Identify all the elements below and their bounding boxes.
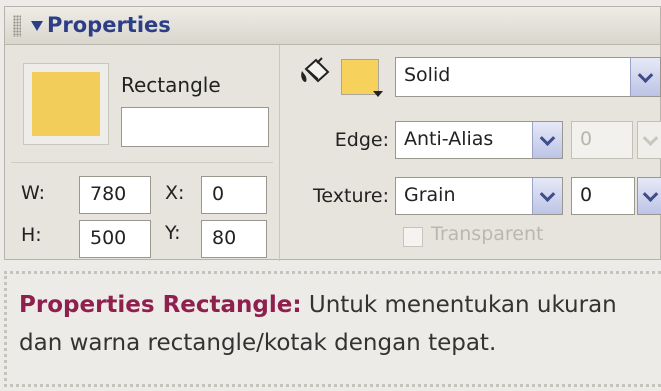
edge-value: Anti-Alias	[404, 128, 494, 150]
chevron-down-icon[interactable]	[638, 178, 661, 214]
y-label: Y:	[165, 222, 181, 244]
edge-label: Edge:	[334, 129, 389, 151]
fill-section: Solid Edge: Anti-Alias 0 Texture: Grain …	[281, 45, 661, 261]
edge-select[interactable]: Anti-Alias	[395, 121, 563, 159]
fill-color-swatch[interactable]	[341, 59, 379, 95]
fill-type-select[interactable]: Solid	[395, 57, 661, 97]
y-input[interactable]: 80	[201, 220, 267, 258]
texture-amount-value: 0	[580, 184, 593, 206]
grip-icon[interactable]	[13, 15, 21, 37]
object-name-input[interactable]	[121, 107, 269, 147]
swatch-dropdown-icon[interactable]	[373, 91, 383, 97]
collapse-triangle-icon[interactable]	[31, 21, 43, 31]
chevron-down-icon[interactable]	[532, 122, 562, 158]
chevron-down-icon[interactable]	[630, 58, 660, 96]
transparent-label: Transparent	[431, 223, 544, 245]
edge-amount-dropdown	[637, 121, 661, 159]
width-input[interactable]: 780	[79, 176, 151, 214]
texture-amount-input[interactable]: 0	[571, 177, 635, 215]
x-input[interactable]: 0	[201, 176, 267, 214]
caption-box: Properties Rectangle: Untuk menentukan u…	[4, 271, 661, 387]
h-label: H:	[21, 224, 42, 246]
object-type-label: Rectangle	[121, 73, 221, 97]
height-input[interactable]: 500	[79, 220, 151, 258]
panel-title: Properties	[47, 13, 171, 37]
caption-highlight: Properties Rectangle:	[19, 292, 302, 318]
texture-value: Grain	[404, 184, 456, 206]
object-info-section: Rectangle W: 780 X: 0 H: 500 Y: 80	[5, 45, 280, 261]
fill-type-value: Solid	[404, 64, 451, 86]
properties-panel: Properties Rectangle W: 780 X: 0 H: 500 …	[4, 6, 661, 261]
chevron-down-icon	[638, 122, 661, 158]
panel-titlebar[interactable]: Properties	[5, 7, 660, 45]
texture-select[interactable]: Grain	[395, 177, 563, 215]
transparent-checkbox[interactable]	[403, 227, 423, 247]
fill-bucket-icon[interactable]	[299, 57, 333, 89]
edge-amount-input: 0	[571, 121, 633, 159]
divider	[11, 162, 273, 163]
chevron-down-icon[interactable]	[532, 178, 562, 214]
object-thumbnail	[23, 63, 109, 145]
x-label: X:	[165, 182, 185, 204]
edge-amount-value: 0	[580, 128, 593, 150]
w-label: W:	[21, 182, 46, 204]
texture-amount-dropdown[interactable]	[637, 177, 661, 215]
texture-label: Texture:	[313, 185, 389, 207]
